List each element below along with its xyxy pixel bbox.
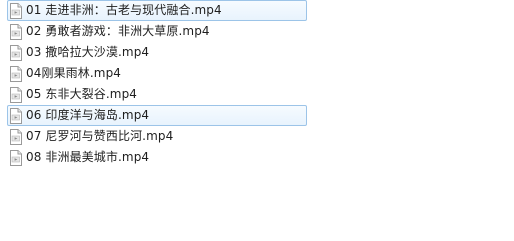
file-item[interactable]: 01 走进非洲：古老与现代融合.mp4	[7, 0, 307, 21]
video-file-icon	[9, 65, 23, 82]
file-item[interactable]: 05 东非大裂谷.mp4	[7, 84, 307, 105]
video-file-icon	[9, 23, 23, 40]
file-name: 05 东非大裂谷.mp4	[26, 87, 138, 101]
video-file-icon	[9, 44, 23, 61]
file-name: 02 勇敢者游戏：非洲大草原.mp4	[26, 24, 210, 38]
file-name: 04刚果雨林.mp4	[26, 66, 122, 80]
file-list: 01 走进非洲：古老与现代融合.mp4 02 勇敢者游戏：非洲大草原.mp4 03 …	[7, 0, 307, 168]
file-item[interactable]: 07 尼罗河与赞西比河.mp4	[7, 126, 307, 147]
video-file-icon	[9, 86, 23, 103]
video-file-icon	[9, 149, 23, 166]
file-name: 08 非洲最美城市.mp4	[26, 150, 150, 164]
file-name: 07 尼罗河与赞西比河.mp4	[26, 129, 174, 143]
file-name: 06 印度洋与海岛.mp4	[26, 108, 150, 122]
video-file-icon	[9, 107, 23, 124]
file-name: 01 走进非洲：古老与现代融合.mp4	[26, 3, 222, 17]
file-item[interactable]: 08 非洲最美城市.mp4	[7, 147, 307, 168]
file-name: 03 撒哈拉大沙漠.mp4	[26, 45, 150, 59]
file-item[interactable]: 03 撒哈拉大沙漠.mp4	[7, 42, 307, 63]
file-item[interactable]: 06 印度洋与海岛.mp4	[7, 105, 307, 126]
file-item[interactable]: 02 勇敢者游戏：非洲大草原.mp4	[7, 21, 307, 42]
file-item[interactable]: 04刚果雨林.mp4	[7, 63, 307, 84]
video-file-icon	[9, 2, 23, 19]
video-file-icon	[9, 128, 23, 145]
